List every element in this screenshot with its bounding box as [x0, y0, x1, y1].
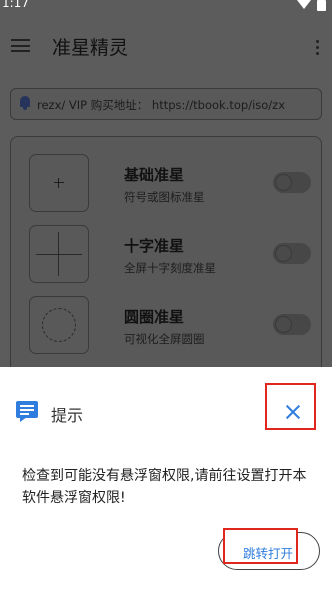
app-title: 准星精灵 [52, 37, 129, 59]
crosshair-item-basic[interactable]: 基础准星 符号或图标准星 [29, 154, 311, 214]
close-icon[interactable] [285, 404, 301, 420]
crosshair-preview [29, 296, 89, 354]
circle-crosshair-toggle[interactable] [273, 314, 311, 335]
more-options-icon[interactable] [316, 40, 320, 55]
status-time: 1:17 [2, 0, 29, 10]
circle-crosshair-icon [42, 308, 76, 342]
wifi-icon [297, 0, 311, 9]
crosshair-title: 十字准星 [124, 237, 185, 255]
menu-icon[interactable] [11, 39, 30, 52]
cross-crosshair-toggle[interactable] [273, 243, 311, 264]
bell-icon [19, 96, 31, 110]
dialog-title: 提示 [51, 406, 84, 425]
crosshair-subtitle: 可视化全屏圆圈 [124, 332, 205, 346]
dialog-message: 检查到可能没有悬浮窗权限,请前往设置打开本软件悬浮窗权限! [22, 468, 307, 506]
crosshair-subtitle: 全屏十字刻度准星 [124, 261, 216, 275]
crosshair-item-cross[interactable]: 十字准星 全屏十字刻度准星 [29, 225, 311, 285]
notice-text: rezx/ VIP 购买地址： https://tbook.top/iso/zx [37, 98, 286, 112]
status-bar: 1:17 [0, 0, 332, 14]
crosshair-preview [29, 225, 89, 283]
basic-crosshair-toggle[interactable] [273, 172, 311, 193]
battery-icon [317, 0, 326, 11]
dot-crosshair-icon [54, 178, 64, 188]
message-icon [16, 401, 38, 422]
vip-notice-banner[interactable]: rezx/ VIP 购买地址： https://tbook.top/iso/zx [10, 88, 322, 120]
open-settings-label[interactable]: 跳转打开 [243, 543, 293, 562]
cross-crosshair-icon [36, 232, 82, 276]
crosshair-subtitle: 符号或图标准星 [124, 190, 205, 204]
status-icons [297, 0, 326, 11]
permission-dialog: 提示 检查到可能没有悬浮窗权限,请前往设置打开本软件悬浮窗权限! 跳转打开 [0, 367, 332, 605]
crosshair-preview [29, 154, 89, 212]
app-bar: 准星精灵 [0, 14, 332, 76]
crosshair-title: 圆圈准星 [124, 308, 185, 326]
crosshair-title: 基础准星 [124, 166, 185, 184]
crosshair-item-circle[interactable]: 圆圈准星 可视化全屏圆圈 [29, 296, 311, 356]
